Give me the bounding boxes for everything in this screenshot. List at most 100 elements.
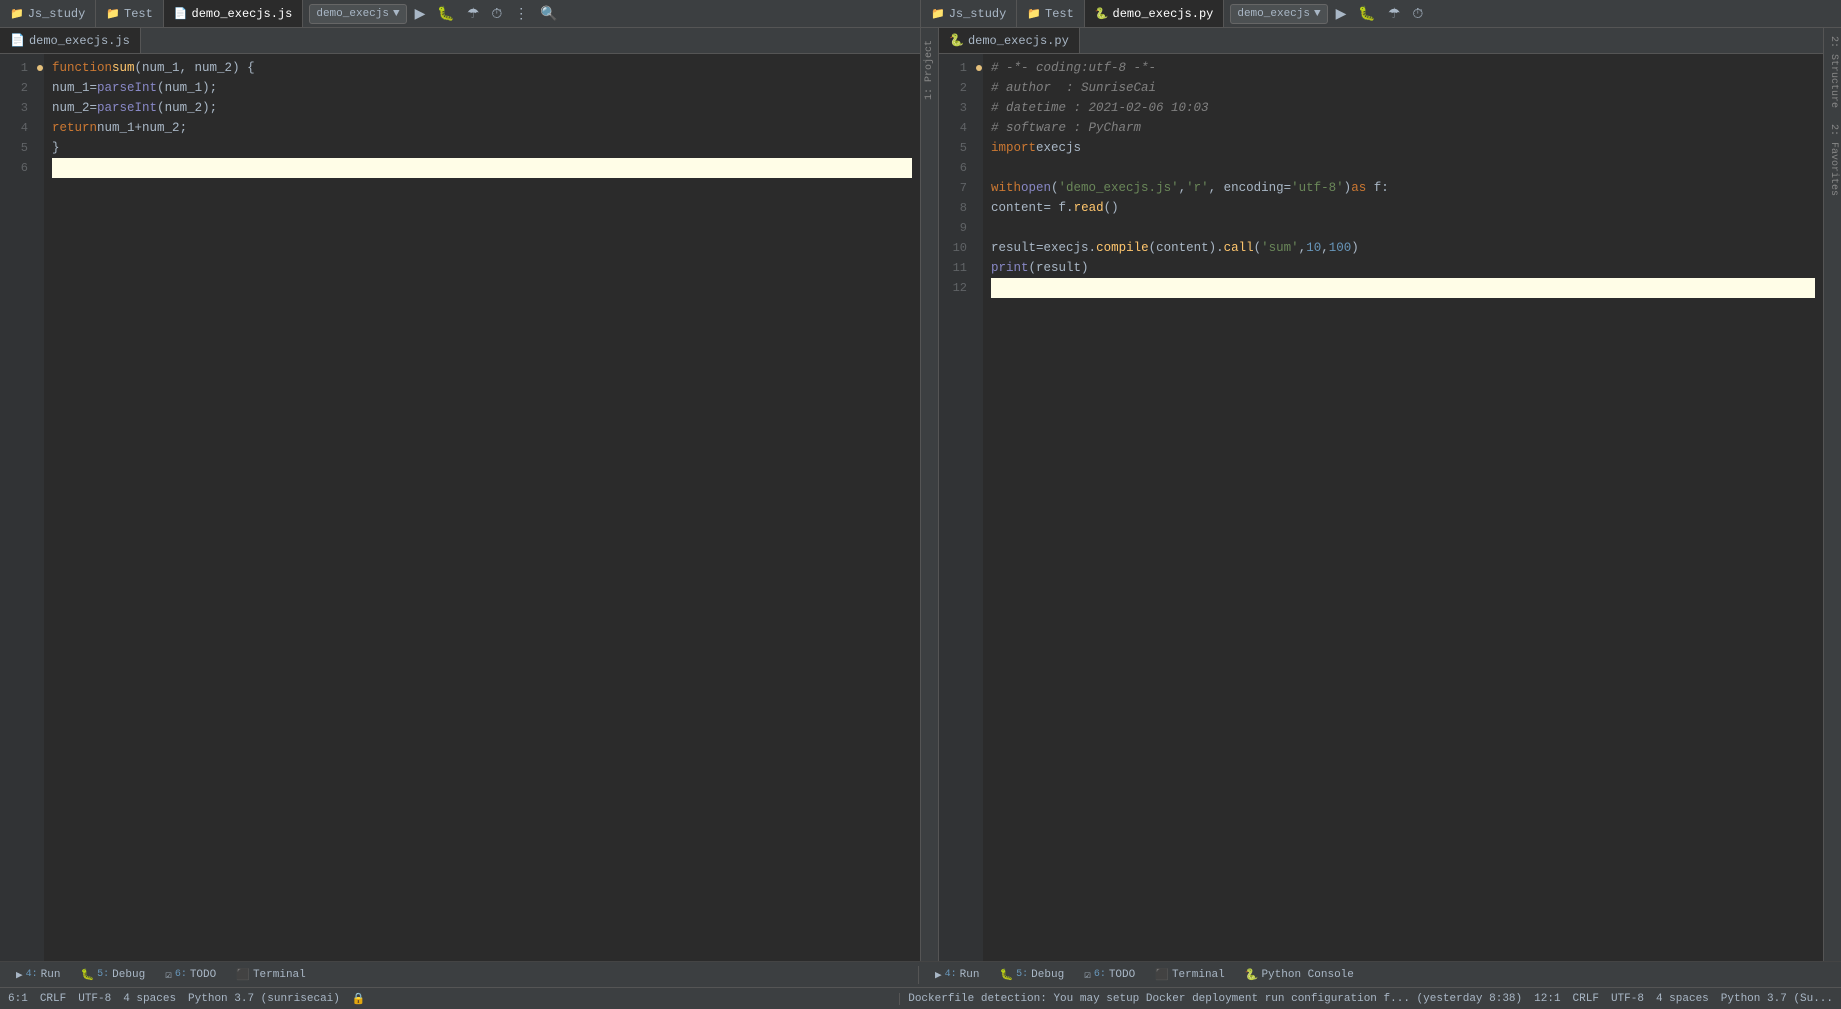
status-right: Dockerfile detection: You may setup Dock… bbox=[899, 993, 1841, 1005]
todo-tab-num: 6: bbox=[175, 969, 187, 980]
favorites-label[interactable]: 2: Favorites bbox=[1824, 116, 1841, 204]
right-file-tab-label: demo_execjs.py bbox=[968, 34, 1069, 48]
right-file-tab-icon: 🐍 bbox=[949, 33, 964, 48]
python-left: Python 3.7 (sunrisecai) bbox=[188, 993, 340, 1005]
code-line-2: num_1 = parseInt(num_1); bbox=[52, 78, 912, 98]
profile-button-left[interactable]: ⏱ bbox=[487, 3, 506, 24]
run-tab[interactable]: ▶ 4: Run bbox=[8, 966, 68, 984]
terminal-tab-icon: ⬛ bbox=[236, 968, 250, 982]
left-file-tab[interactable]: 📄 demo_execjs.js bbox=[0, 28, 141, 53]
terminal-tab-right-label: Terminal bbox=[1172, 969, 1225, 981]
file-icon: 📄 bbox=[174, 7, 188, 21]
py-line-6 bbox=[991, 158, 1815, 178]
terminal-tab-right-icon: ⬛ bbox=[1155, 968, 1169, 982]
py-line-9 bbox=[991, 218, 1815, 238]
lock-icon: 🔒 bbox=[352, 992, 366, 1006]
py-line-12 bbox=[991, 278, 1815, 298]
run-tab-right-num: 4: bbox=[945, 969, 957, 980]
code-line-4: return num_1 + num_2; bbox=[52, 118, 912, 138]
todo-tab-icon: ☑ bbox=[165, 968, 172, 982]
todo-tab[interactable]: ☑ 6: TODO bbox=[157, 966, 224, 984]
project-sidebar[interactable]: 1: Project bbox=[921, 28, 939, 961]
run-config-dropdown-left[interactable]: demo_execjs ▼ bbox=[309, 4, 406, 24]
folder-icon: 📁 bbox=[10, 7, 24, 21]
bottom-toolbar-right: ▶ 4: Run 🐛 5: Debug ☑ 6: TODO ⬛ Terminal… bbox=[918, 966, 1833, 984]
python-console-tab[interactable]: 🐍 Python Console bbox=[1237, 966, 1362, 984]
left-file-tab-bar: 📄 demo_execjs.js bbox=[0, 28, 920, 54]
right-file-tab[interactable]: 🐍 demo_execjs.py bbox=[939, 28, 1080, 53]
debug-tab-right-label: Debug bbox=[1031, 969, 1064, 981]
run-tab-icon: ▶ bbox=[16, 968, 23, 982]
crlf-left: CRLF bbox=[40, 993, 66, 1005]
tab-test-right-label: Test bbox=[1045, 7, 1074, 21]
debug-tab-right-icon: 🐛 bbox=[999, 968, 1013, 982]
more-button-left[interactable]: ⋮ bbox=[510, 3, 532, 24]
tab-js-study-label: Js_study bbox=[28, 7, 86, 21]
bottom-toolbar-left: ▶ 4: Run 🐛 5: Debug ☑ 6: TODO ⬛ Terminal bbox=[8, 966, 914, 984]
terminal-tab-right[interactable]: ⬛ Terminal bbox=[1147, 966, 1233, 984]
right-editor: 1: Project 🐍 demo_execjs.py 1 2 3 4 5 6 bbox=[921, 28, 1841, 961]
notification-text: Dockerfile detection: You may setup Dock… bbox=[908, 993, 1522, 1005]
right-side-panels: 2: Structure 2: Favorites bbox=[1823, 28, 1841, 961]
crlf-right: CRLF bbox=[1573, 993, 1599, 1005]
tab-js-study-right[interactable]: 📁 Js_study bbox=[921, 0, 1017, 27]
run-tab-label: Run bbox=[41, 969, 61, 981]
profile-button-right[interactable]: ⏱ bbox=[1408, 3, 1427, 24]
todo-tab-right[interactable]: ☑ 6: TODO bbox=[1076, 966, 1143, 984]
debug-button-left[interactable]: 🐛 bbox=[433, 3, 458, 24]
debug-tab-right-num: 5: bbox=[1016, 969, 1028, 980]
cursor-position-right: 12:1 bbox=[1534, 993, 1560, 1005]
search-button-left[interactable]: 🔍 bbox=[536, 3, 561, 24]
tab-demo-execjs-py-label: demo_execjs.py bbox=[1113, 7, 1214, 21]
dropdown-arrow-right: ▼ bbox=[1314, 8, 1321, 20]
tab-demo-execjs-py[interactable]: 🐍 demo_execjs.py bbox=[1085, 0, 1225, 27]
run-button-right[interactable]: ▶ bbox=[1332, 3, 1351, 24]
debug-tab-num: 5: bbox=[97, 969, 109, 980]
tab-test[interactable]: 📁 Test bbox=[96, 0, 164, 27]
top-tabs-bar: 📁 Js_study 📁 Test 📄 demo_execjs.js demo_… bbox=[0, 0, 1841, 28]
python-console-label: Python Console bbox=[1261, 969, 1353, 981]
coverage-button-left[interactable]: ☂ bbox=[463, 3, 484, 24]
todo-tab-right-num: 6: bbox=[1094, 969, 1106, 980]
run-button-left[interactable]: ▶ bbox=[411, 3, 430, 24]
right-gutter bbox=[975, 54, 983, 961]
indent-left: 4 spaces bbox=[123, 993, 176, 1005]
run-config-label-right: demo_execjs bbox=[1237, 8, 1310, 20]
right-file-tab-bar: 🐍 demo_execjs.py bbox=[939, 28, 1823, 54]
debug-tab-label: Debug bbox=[112, 969, 145, 981]
tab-demo-execjs-js[interactable]: 📄 demo_execjs.js bbox=[164, 0, 304, 27]
debug-tab[interactable]: 🐛 5: Debug bbox=[72, 966, 153, 984]
py-line-1: # -*- coding:utf-8 -*- bbox=[991, 58, 1815, 78]
coverage-button-right[interactable]: ☂ bbox=[1384, 3, 1405, 24]
terminal-tab[interactable]: ⬛ Terminal bbox=[228, 966, 314, 984]
left-code-editor[interactable]: 1 2 3 4 5 6 function sum(num_1, num_2) {… bbox=[0, 54, 920, 961]
py-line-5: import execjs bbox=[991, 138, 1815, 158]
tab-test-label: Test bbox=[124, 7, 153, 21]
right-code-content[interactable]: # -*- coding:utf-8 -*- # author : Sunris… bbox=[983, 54, 1823, 961]
run-tab-right-icon: ▶ bbox=[935, 968, 942, 982]
run-tab-num: 4: bbox=[26, 969, 38, 980]
py-line-2: # author : SunriseCai bbox=[991, 78, 1815, 98]
tab-js-study[interactable]: 📁 Js_study bbox=[0, 0, 96, 27]
right-code-editor[interactable]: 1 2 3 4 5 6 7 8 9 10 11 12 bbox=[939, 54, 1823, 961]
main-area: 📄 demo_execjs.js 1 2 3 4 5 6 bbox=[0, 28, 1841, 961]
left-gutter bbox=[36, 54, 44, 961]
left-code-content[interactable]: function sum(num_1, num_2) { num_1 = par… bbox=[44, 54, 920, 961]
run-config-dropdown-right[interactable]: demo_execjs ▼ bbox=[1230, 4, 1327, 24]
py-line-10: result = execjs.compile(content).call('s… bbox=[991, 238, 1815, 258]
run-tab-right-label: Run bbox=[960, 969, 980, 981]
status-bar: 6:1 CRLF UTF-8 4 spaces Python 3.7 (sunr… bbox=[0, 987, 1841, 1009]
todo-tab-right-icon: ☑ bbox=[1084, 968, 1091, 982]
tab-test-right[interactable]: 📁 Test bbox=[1017, 0, 1085, 27]
run-tab-right[interactable]: ▶ 4: Run bbox=[927, 966, 987, 984]
structure-label[interactable]: 2: Structure bbox=[1824, 28, 1841, 116]
debug-tab-right[interactable]: 🐛 5: Debug bbox=[991, 966, 1072, 984]
debug-button-right[interactable]: 🐛 bbox=[1354, 3, 1379, 24]
tab-demo-execjs-js-label: demo_execjs.js bbox=[192, 7, 293, 21]
project-sidebar-label: 1: Project bbox=[924, 40, 935, 100]
todo-tab-right-label: TODO bbox=[1109, 969, 1135, 981]
right-line-numbers: 1 2 3 4 5 6 7 8 9 10 11 12 bbox=[939, 54, 975, 961]
python-icon: 🐍 bbox=[1095, 7, 1109, 21]
py-line-4: # software : PyCharm bbox=[991, 118, 1815, 138]
python-console-icon: 🐍 bbox=[1245, 968, 1259, 982]
